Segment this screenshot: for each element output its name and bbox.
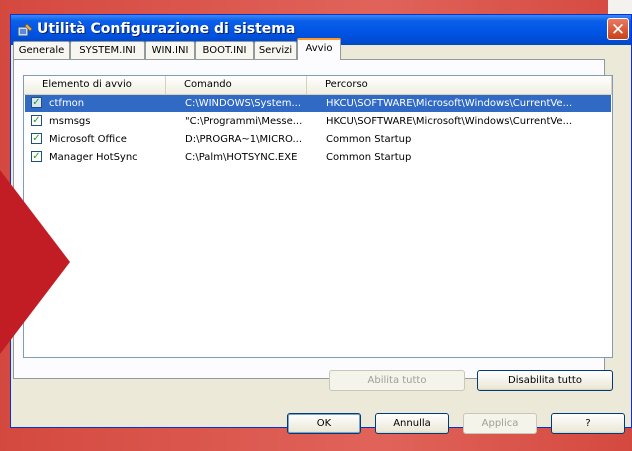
list-header: Elemento di avvio Comando Percorso [24, 76, 612, 95]
item-name: ctfmon [49, 98, 85, 109]
startup-checkbox[interactable]: ✓ [31, 115, 42, 126]
disable-all-button[interactable]: Disabilita tutto [477, 370, 613, 391]
item-command: C:\WINDOWS\System... [185, 98, 302, 109]
list-item[interactable]: ✓ Microsoft Office D:\PROGRA~1\MICRO... … [25, 131, 611, 148]
item-command: "C:\Programmi\Messe... [185, 116, 303, 127]
red-arrow-graphic [0, 170, 70, 354]
help-button[interactable]: ? [551, 413, 625, 434]
tab-boot-ini[interactable]: BOOT.INI [195, 41, 254, 59]
tab-generale[interactable]: Generale [13, 41, 70, 59]
item-command: C:\Palm\HOTSYNC.EXE [185, 152, 298, 163]
enable-all-button[interactable]: Abilita tutto [329, 370, 465, 391]
startup-checkbox[interactable]: ✓ [31, 97, 42, 108]
item-name: Microsoft Office [49, 134, 127, 145]
startup-checkbox[interactable]: ✓ [31, 133, 42, 144]
list-item[interactable]: ✓ msmsgs "C:\Programmi\Messe... HKCU\SOF… [25, 113, 611, 130]
close-button[interactable]: ✕ [607, 18, 629, 40]
list-item[interactable]: ✓ Manager HotSync C:\Palm\HOTSYNC.EXE Co… [25, 149, 611, 166]
system-config-icon [17, 23, 33, 37]
ok-button[interactable]: OK [287, 413, 361, 434]
list-item[interactable]: ✓ ctfmon C:\WINDOWS\System... HKCU\SOFTW… [25, 95, 611, 112]
tab-avvio[interactable]: Avvio [297, 38, 341, 60]
item-command: D:\PROGRA~1\MICRO... [185, 134, 303, 145]
apply-button[interactable]: Applica [463, 413, 537, 434]
tab-win-ini[interactable]: WIN.INI [145, 41, 195, 59]
column-header-path[interactable]: Percorso [307, 76, 612, 94]
item-name: msmsgs [49, 116, 91, 127]
window-title: Utilità Configurazione di sistema [37, 21, 296, 37]
item-path: Common Startup [326, 152, 412, 163]
item-name: Manager HotSync [49, 152, 138, 163]
column-header-item[interactable]: Elemento di avvio [24, 76, 166, 94]
item-path: HKCU\SOFTWARE\Microsoft\Windows\CurrentV… [326, 98, 573, 109]
startup-list[interactable]: Elemento di avvio Comando Percorso ✓ ctf… [23, 75, 613, 358]
item-path: HKCU\SOFTWARE\Microsoft\Windows\CurrentV… [326, 116, 573, 127]
cancel-button[interactable]: Annulla [375, 413, 449, 434]
tab-system-ini[interactable]: SYSTEM.INI [70, 41, 145, 59]
startup-checkbox[interactable]: ✓ [31, 151, 42, 162]
item-path: Common Startup [326, 134, 412, 145]
tab-servizi[interactable]: Servizi [254, 41, 297, 59]
column-header-command[interactable]: Comando [166, 76, 307, 94]
